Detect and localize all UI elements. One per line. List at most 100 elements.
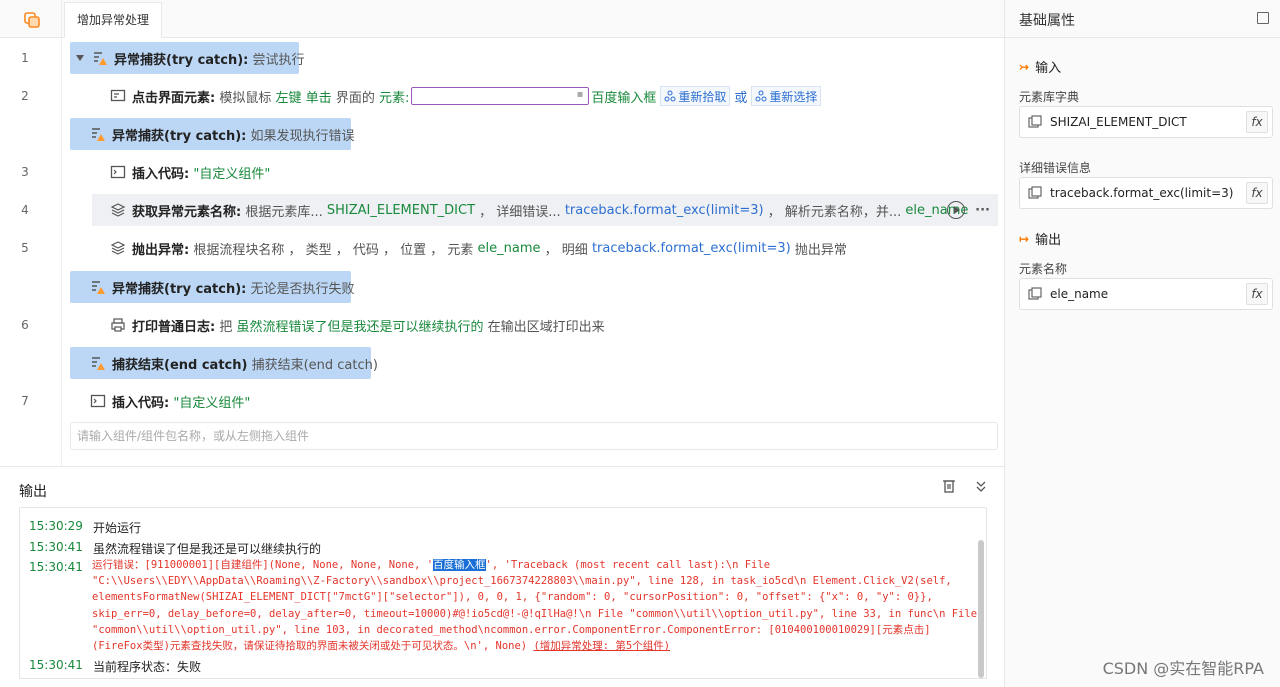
component-name: 获取异常元素名称: <box>132 204 242 220</box>
app-window: 增加异常处理 1 2 3 4 5 6 7 异常捕获(try catch): 尝试… <box>0 0 1280 687</box>
app-logo-icon[interactable] <box>24 12 40 28</box>
end-catch-block[interactable]: 捕获结束(end catch) 捕获结束(end catch) <box>70 347 378 379</box>
output-section-header: ↦ 输出 <box>1019 229 1062 249</box>
param-value[interactable]: traceback.format_exc(limit=3) <box>592 241 791 256</box>
try-catch-block-1[interactable]: 异常捕获(try catch): 尝试执行 <box>70 42 305 74</box>
watermark: CSDN @实在智能RPA <box>1102 659 1264 678</box>
repick-label: 重新拾取 <box>678 89 727 104</box>
log-time: 15:30:41 <box>29 560 83 574</box>
error-highlight: 百度输入框 <box>433 559 486 571</box>
insert-code-row-1[interactable]: 插入代码: "自定义组件" <box>110 156 270 188</box>
repick-button[interactable]: 重新拾取 <box>660 86 731 106</box>
fx-button[interactable]: fx <box>1246 111 1268 133</box>
mouse-button-value[interactable]: 左键 <box>276 87 302 106</box>
param-value[interactable]: ele_name <box>478 241 541 256</box>
output-section-label: 输出 <box>1035 233 1062 248</box>
row-actions: ··· <box>947 201 990 219</box>
click-type-value[interactable]: 单击 <box>306 87 332 106</box>
param-value[interactable]: traceback.format_exc(limit=3) <box>565 203 764 218</box>
throw-exception-row[interactable]: 抛出异常: 根据流程块名称 ， 类型 ， 代码 ， 位置 ， 元素 ele_na… <box>110 232 847 264</box>
error-source-link[interactable]: (增加异常处理: 第5个组件) <box>533 640 670 652</box>
fx-button[interactable]: fx <box>1246 283 1268 305</box>
line-number: 5 <box>21 241 29 255</box>
static-text: 在输出区域打印出来 <box>487 319 605 335</box>
line-number: 2 <box>21 89 29 103</box>
reselect-button[interactable]: 重新选择 <box>751 86 822 106</box>
insert-code-row-2[interactable]: 插入代码: "自定义组件" <box>90 385 250 417</box>
error-message: 运行错误：[911000001][自建组件](None, None, None,… <box>92 557 978 654</box>
fx-button[interactable]: fx <box>1246 182 1268 204</box>
code-value[interactable]: "自定义组件" <box>193 163 270 182</box>
log-line: 15:30:41 当前程序状态：失败 <box>29 658 201 675</box>
pick-icon <box>664 90 676 102</box>
input-arrow-icon: ↣ <box>1019 59 1030 74</box>
static-text: 或 <box>734 90 748 106</box>
element-name-field[interactable]: ele_name fx <box>1019 278 1273 310</box>
properties-title: 基础属性 <box>1019 13 1075 29</box>
component-name: 捕获结束(end catch) <box>112 357 248 373</box>
component-desc: 尝试执行 <box>252 52 305 68</box>
left-toolbar <box>0 0 62 38</box>
more-icon[interactable]: ··· <box>975 203 990 218</box>
element-preview-input[interactable]: ▪ <box>411 87 590 105</box>
param-value[interactable]: SHIZAI_ELEMENT_DICT <box>327 203 475 218</box>
error-prefix: 运行错误：[911000001][自建组件](None, None, None,… <box>92 559 434 571</box>
input-section-label: 输入 <box>1035 61 1062 76</box>
click-element-icon <box>110 89 126 102</box>
component-name: 点击界面元素: <box>132 90 216 106</box>
try-catch-block-3[interactable]: 异常捕获(try catch): 无论是否执行失败 <box>70 271 355 303</box>
input-section-header: ↣ 输入 <box>1019 57 1062 77</box>
code-icon <box>110 165 126 179</box>
static-text: 根据流程块名称 ， 类型 ， 代码 ， 位置 ， 元素 <box>193 242 474 258</box>
layers-icon <box>110 241 126 255</box>
panel-toggle-icon[interactable] <box>1257 12 1269 24</box>
static-text: 界面的 <box>335 90 375 106</box>
properties-panel: 基础属性 ↣ 输入 元素库字典 SHIZAI_ELEMENT_DICT fx 详细… <box>1004 0 1280 687</box>
component-name: 异常捕获(try catch): <box>114 52 249 68</box>
log-time: 15:30:41 <box>29 540 83 554</box>
add-component-input[interactable]: 请输入组件/组件包名称，或从左侧拖入组件 <box>70 422 998 450</box>
collapse-panel-icon[interactable] <box>974 479 988 493</box>
click-element-row[interactable]: 点击界面元素: 模拟鼠标 左键 单击 界面的 元素: ▪ 百度输入框 重新拾取 … <box>110 80 825 112</box>
error-detail-field[interactable]: traceback.format_exc(limit=3) fx <box>1019 177 1273 209</box>
field-value: ele_name <box>1050 287 1109 301</box>
try-catch-block-2[interactable]: 异常捕获(try catch): 如果发现执行错误 <box>70 118 355 150</box>
print-log-row[interactable]: 打印普通日志: 把 虽然流程错误了但是我还是可以继续执行的 在输出区域打印出来 <box>110 309 605 341</box>
collapse-arrow-icon[interactable] <box>76 55 84 61</box>
component-name: 异常捕获(try catch): <box>112 128 247 144</box>
try-catch-icon <box>92 281 105 294</box>
run-icon[interactable] <box>947 201 966 219</box>
log-area[interactable]: 15:30:29 开始运行 15:30:41 虽然流程错误了但是我还是可以继续执行的… <box>19 507 987 679</box>
log-scrollbar[interactable] <box>978 540 984 678</box>
flow-editor: 1 2 3 4 5 6 7 异常捕获(try catch): 尝试执行 点击界面… <box>0 38 1004 466</box>
component-desc: 无论是否执行失败 <box>250 281 355 297</box>
error-body: ', 'Traceback (most recent call last):\n… <box>92 559 978 653</box>
clear-log-icon[interactable] <box>942 479 956 493</box>
variable-icon <box>1028 115 1042 128</box>
output-panel: 输出 15:30:29 开始运行 15:30:41 虽然流程错误了但是我还是可以继续… <box>0 466 1004 687</box>
element-target-name[interactable]: 百度输入框 <box>591 87 656 106</box>
static-text: 把 <box>219 319 233 335</box>
component-name: 打印普通日志: <box>132 319 216 335</box>
log-message-value[interactable]: 虽然流程错误了但是我还是可以继续执行的 <box>237 316 484 335</box>
element-dict-field[interactable]: SHIZAI_ELEMENT_DICT fx <box>1019 106 1273 138</box>
get-exception-element-row[interactable]: 获取异常元素名称: 根据元素库... SHIZAI_ELEMENT_DICT ，… <box>92 194 998 226</box>
code-value[interactable]: "自定义组件" <box>173 392 250 411</box>
field-value: traceback.format_exc(limit=3) <box>1050 186 1234 200</box>
component-desc: 捕获结束(end catch) <box>251 357 378 373</box>
tab-flow[interactable]: 增加异常处理 <box>64 2 163 38</box>
static-text: 模拟鼠标 <box>219 90 272 106</box>
log-time: 15:30:29 <box>29 519 83 533</box>
line-number: 3 <box>21 165 29 179</box>
field-label: 元素库字典 <box>1019 90 1080 104</box>
log-text: 开始运行 <box>93 521 142 535</box>
select-icon <box>755 90 767 102</box>
clear-icon[interactable]: ▪ <box>577 89 584 100</box>
static-text: ， 明细 <box>544 242 588 258</box>
variable-icon <box>1028 287 1042 300</box>
output-title: 输出 <box>19 484 47 500</box>
static-text: 抛出异常 <box>794 242 847 258</box>
line-gutter: 1 2 3 4 5 6 7 <box>0 38 62 466</box>
component-name: 插入代码: <box>132 166 190 182</box>
variable-icon <box>1028 186 1042 199</box>
